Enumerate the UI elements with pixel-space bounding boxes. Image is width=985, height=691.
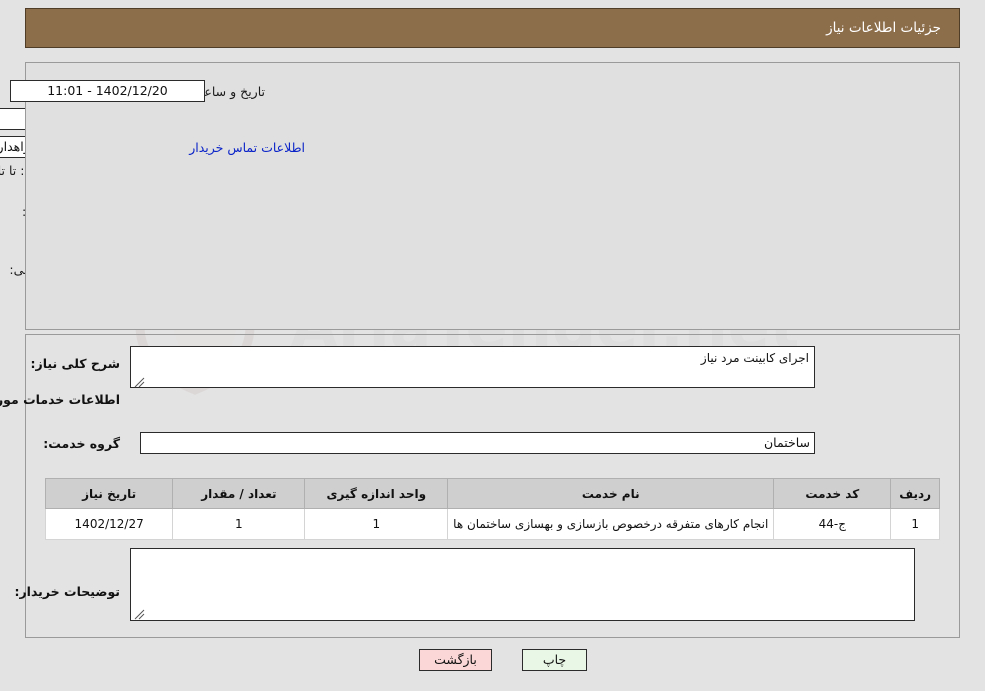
- col-code: کد خدمت: [773, 478, 892, 509]
- page-title-bar: جزئیات اطلاعات نیاز: [25, 8, 960, 48]
- announce-datetime-value[interactable]: 1402/12/20 - 11:01: [10, 80, 205, 102]
- description-label: شرح کلی نیاز:: [30, 356, 120, 371]
- tender-details-page: AriaTender.net جزئیات اطلاعات نیاز شماره…: [0, 0, 985, 691]
- back-button[interactable]: بازگشت: [419, 649, 492, 671]
- services-table-wrapper: ردیف کد خدمت نام خدمت واحد اندازه گیری ت…: [44, 478, 940, 540]
- need-info-panel: [25, 62, 960, 330]
- cell-name: انجام کارهای متفرقه درخصوص بازسازی و بهس…: [447, 508, 775, 540]
- buyer-contact-link[interactable]: اطلاعات تماس خریدار: [189, 140, 305, 155]
- col-date: تاریخ نیاز: [44, 478, 174, 509]
- table-row: 1 ج-44 انجام کارهای متفرقه درخصوص بازساز…: [44, 508, 940, 540]
- cell-unit: 1: [304, 508, 449, 540]
- cell-date: 1402/12/27: [44, 508, 174, 540]
- cell-qty: 1: [172, 508, 306, 540]
- buyer-comments-label: توضیحات خریدار:: [14, 584, 120, 599]
- print-button[interactable]: چاپ: [522, 649, 587, 671]
- col-name: نام خدمت: [447, 478, 775, 509]
- description-textarea[interactable]: اجرای کابینت مرد نیاز: [130, 346, 815, 388]
- col-row: ردیف: [890, 478, 940, 509]
- page-title: جزئیات اطلاعات نیاز: [826, 20, 941, 36]
- col-qty: تعداد / مقدار: [172, 478, 306, 509]
- services-table: ردیف کد خدمت نام خدمت واحد اندازه گیری ت…: [44, 478, 940, 540]
- buyer-comments-textarea[interactable]: [130, 548, 915, 621]
- cell-code: ج-44: [773, 508, 892, 540]
- table-header-row: ردیف کد خدمت نام خدمت واحد اندازه گیری ت…: [44, 478, 940, 509]
- service-group-label: گروه خدمت:: [43, 436, 120, 451]
- service-group-value[interactable]: ساختمان: [140, 432, 815, 454]
- cell-row: 1: [890, 508, 940, 540]
- services-section-heading: اطلاعات خدمات مورد نیاز: [0, 392, 120, 407]
- col-unit: واحد اندازه گیری: [304, 478, 449, 509]
